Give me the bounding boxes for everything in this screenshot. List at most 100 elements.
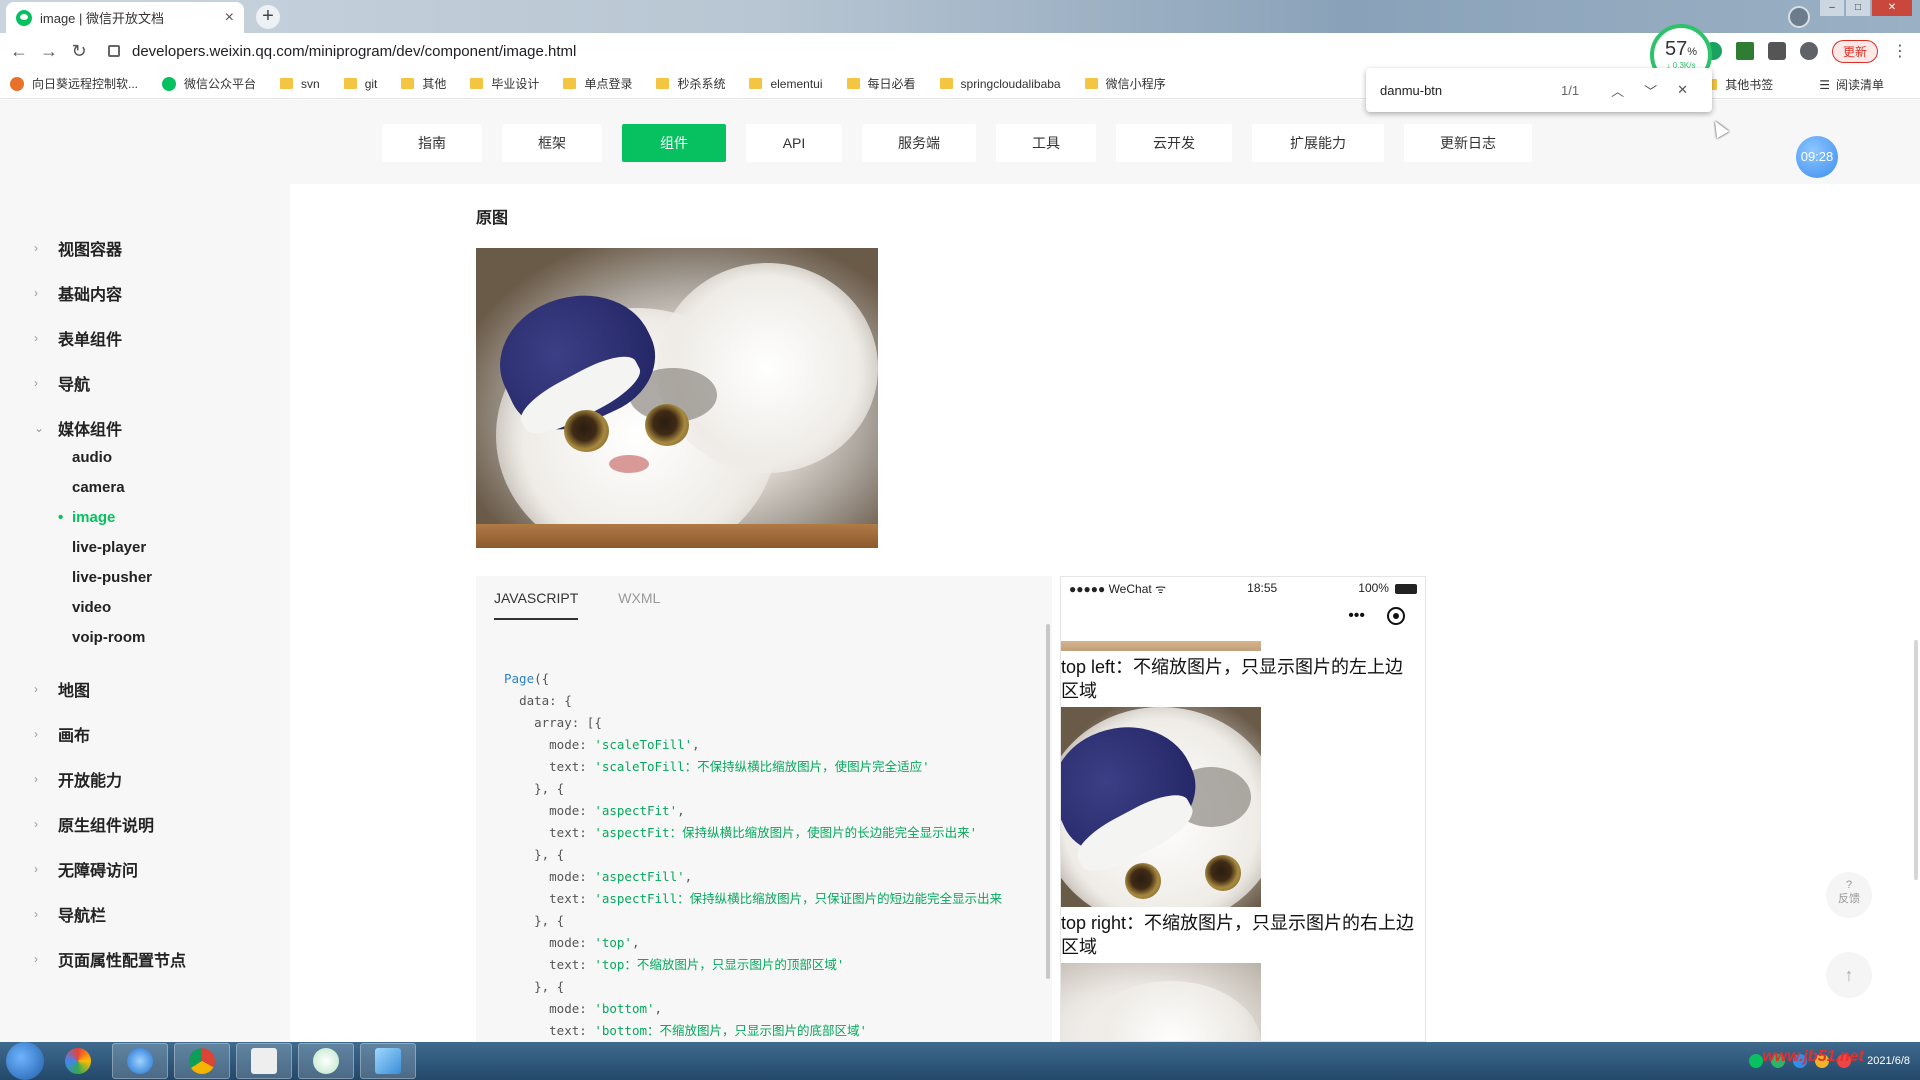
code-token: , bbox=[677, 803, 685, 818]
find-previous-icon[interactable]: ︿ bbox=[1611, 81, 1624, 100]
account-avatar-icon[interactable] bbox=[1788, 6, 1810, 28]
close-capsule-icon[interactable] bbox=[1387, 607, 1405, 625]
sidebar-sub-live-pusher[interactable]: live-pusher bbox=[72, 569, 152, 586]
page-scrollbar[interactable] bbox=[1914, 640, 1918, 880]
nav-tab-api[interactable]: API bbox=[746, 124, 842, 162]
browser-tab[interactable]: image | 微信开放文档 × bbox=[6, 2, 244, 33]
browser-e-icon bbox=[127, 1048, 153, 1074]
sidebar-sub-video[interactable]: video bbox=[72, 599, 111, 616]
feedback-button[interactable]: ? 反馈 bbox=[1826, 872, 1872, 918]
more-dots-icon[interactable]: ••• bbox=[1348, 607, 1365, 625]
other-bookmarks[interactable]: 其他书签 bbox=[1704, 76, 1773, 93]
sidebar-item-map[interactable]: › 地图 bbox=[34, 677, 90, 701]
system-clock[interactable]: 2021/6/8 bbox=[1867, 1054, 1910, 1069]
taskbar-app-wechat-devtools[interactable] bbox=[298, 1043, 354, 1079]
new-tab-button[interactable]: + bbox=[256, 5, 280, 29]
sidebar-item-native-components[interactable]: › 原生组件说明 bbox=[34, 812, 154, 836]
caption-top-right: top right：不缩放图片，只显示图片的右上边区域 bbox=[1061, 913, 1415, 957]
bookmark-elementui[interactable]: elementui bbox=[749, 77, 823, 91]
sidebar-item-open-ability[interactable]: › 开放能力 bbox=[34, 767, 122, 791]
bookmark-springcloud[interactable]: springcloudalibaba bbox=[939, 77, 1061, 91]
sidebar-sub-audio[interactable]: audio bbox=[72, 449, 112, 466]
profile-icon[interactable] bbox=[1799, 42, 1818, 60]
taskbar-app-chrome[interactable] bbox=[174, 1043, 230, 1079]
bookmark-miniprogram[interactable]: 微信小程序 bbox=[1084, 75, 1166, 92]
code-token: Page bbox=[504, 671, 535, 686]
nav-tab-changelog[interactable]: 更新日志 bbox=[1404, 124, 1532, 162]
find-next-icon[interactable]: ﹀ bbox=[1644, 81, 1657, 100]
timer-badge[interactable]: 09:28 bbox=[1796, 136, 1838, 178]
reload-icon[interactable]: ↻ bbox=[64, 41, 94, 62]
nav-tab-tools[interactable]: 工具 bbox=[996, 124, 1096, 162]
sidebar-item-basic-content[interactable]: › 基础内容 bbox=[34, 281, 122, 305]
sidebar-item-navigation[interactable]: › 导航 bbox=[34, 371, 90, 395]
nav-tab-guide[interactable]: 指南 bbox=[382, 124, 482, 162]
close-window-icon[interactable]: ✕ bbox=[1872, 0, 1912, 16]
sidebar-item-view-container[interactable]: › 视图容器 bbox=[34, 236, 122, 260]
bookmark-daily[interactable]: 每日必看 bbox=[846, 75, 916, 92]
wechat-tray-icon[interactable] bbox=[1749, 1054, 1764, 1068]
code-line: mode: 'aspectFill', bbox=[504, 866, 1002, 888]
bookmark-sunlogin[interactable]: 向日葵远程控制软... bbox=[10, 75, 138, 92]
tab-wxml[interactable]: WXML bbox=[618, 590, 660, 620]
bookmark-sso[interactable]: 单点登录 bbox=[563, 75, 632, 92]
reading-list-icon: ☰ bbox=[1819, 77, 1830, 92]
folder-icon bbox=[280, 78, 294, 89]
code-line: data: { bbox=[504, 690, 1002, 712]
bookmark-wechat-mp[interactable]: 微信公众平台 bbox=[162, 75, 256, 92]
nav-tab-cloud[interactable]: 云开发 bbox=[1116, 124, 1232, 162]
bookmark-git[interactable]: git bbox=[343, 77, 377, 91]
find-close-icon[interactable]: ✕ bbox=[1677, 82, 1688, 98]
sidebar-sub-live-player[interactable]: live-player bbox=[72, 539, 146, 556]
nav-tab-components[interactable]: 组件 bbox=[622, 124, 726, 162]
bookmark-svn[interactable]: svn bbox=[280, 77, 320, 91]
tab-close-icon[interactable]: × bbox=[225, 9, 234, 27]
bookmark-seckill[interactable]: 秒杀系统 bbox=[656, 75, 725, 92]
bookmark-label: 微信小程序 bbox=[1105, 77, 1166, 91]
browser-toolbar: ← → ↻ developers.weixin.qq.com/miniprogr… bbox=[0, 33, 1920, 69]
nav-tab-server[interactable]: 服务端 bbox=[862, 124, 976, 162]
sidebar-item-navbar[interactable]: › 导航栏 bbox=[34, 902, 106, 926]
sidebar-sub-voip-room[interactable]: voip-room bbox=[72, 629, 145, 646]
more-menu-icon[interactable]: ⋮ bbox=[1892, 41, 1908, 61]
sidebar-item-form[interactable]: › 表单组件 bbox=[34, 326, 122, 350]
reading-list[interactable]: ☰ 阅读清单 bbox=[1819, 76, 1884, 93]
minimize-icon[interactable]: – bbox=[1820, 0, 1844, 16]
sidebar-item-page-meta[interactable]: › 页面属性配置节点 bbox=[34, 947, 186, 971]
nav-tab-framework[interactable]: 框架 bbox=[502, 124, 602, 162]
code-line: mode: 'bottom', bbox=[504, 998, 1002, 1020]
bookmark-graduation[interactable]: 毕业设计 bbox=[470, 75, 539, 92]
tab-javascript[interactable]: JAVASCRIPT bbox=[494, 590, 579, 620]
puzzle-icon[interactable] bbox=[1767, 42, 1786, 60]
sidebar-item-canvas[interactable]: › 画布 bbox=[34, 722, 90, 746]
find-input[interactable]: danmu-btn bbox=[1380, 83, 1561, 98]
nav-tab-extensions[interactable]: 扩展能力 bbox=[1252, 124, 1384, 162]
maximize-icon[interactable]: □ bbox=[1846, 0, 1870, 16]
code-panel: JAVASCRIPT WXML Page({ data: { array: [{… bbox=[476, 576, 1052, 1042]
top-right-cat-image bbox=[1061, 963, 1261, 1041]
back-icon[interactable]: ← bbox=[4, 41, 34, 62]
taskbar-app-ie[interactable] bbox=[112, 1043, 168, 1079]
sidebar-sub-image[interactable]: image bbox=[58, 509, 115, 526]
taskbar-app-editor[interactable] bbox=[360, 1043, 416, 1079]
code-token: , bbox=[692, 737, 700, 752]
bookmark-other[interactable]: 其他 bbox=[401, 75, 446, 92]
update-button[interactable]: 更新 bbox=[1831, 39, 1878, 63]
start-button-icon[interactable] bbox=[6, 1042, 44, 1080]
taskbar-app-colorful[interactable] bbox=[50, 1043, 106, 1079]
sidebar-item-accessibility[interactable]: › 无障碍访问 bbox=[34, 857, 138, 881]
sidebar-sub-camera[interactable]: camera bbox=[72, 479, 125, 496]
address-bar[interactable]: developers.weixin.qq.com/miniprogram/dev… bbox=[108, 37, 1638, 65]
tab-strip: image | 微信开放文档 × + – □ ✕ bbox=[0, 0, 1920, 33]
sidebar-item-media[interactable]: ⌄ 媒体组件 bbox=[34, 416, 122, 440]
code-scrollbar[interactable] bbox=[1046, 624, 1050, 979]
sidebar-item-label: 导航 bbox=[58, 377, 91, 394]
back-to-top-button[interactable]: ↑ bbox=[1826, 952, 1872, 998]
code-line: }, { bbox=[504, 910, 1002, 932]
sidebar-item-label: 基础内容 bbox=[58, 287, 123, 304]
code-token: text: bbox=[549, 1023, 595, 1038]
taskbar-app-typora[interactable] bbox=[236, 1043, 292, 1079]
forward-icon[interactable]: → bbox=[34, 41, 64, 62]
vue-extension-icon[interactable] bbox=[1735, 42, 1754, 60]
code-token: 'top：不缩放图片，只显示图片的顶部区域' bbox=[594, 957, 845, 972]
